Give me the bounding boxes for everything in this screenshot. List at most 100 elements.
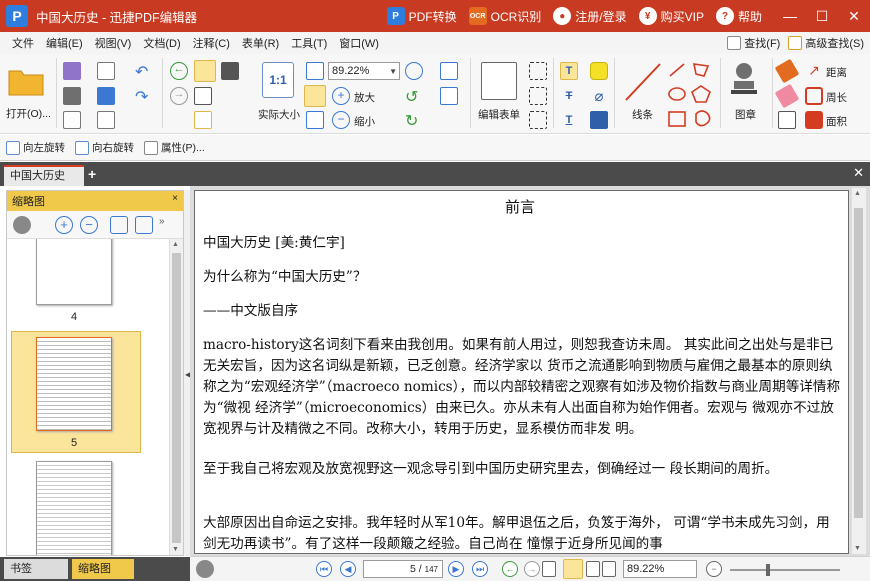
zoom-out-icon[interactable]: − — [332, 111, 350, 129]
continuous-facing-icon[interactable] — [602, 561, 616, 577]
perimeter-label[interactable]: 周长 — [826, 90, 847, 105]
stamp-label[interactable]: 图章 — [735, 107, 756, 122]
edit-form-icon[interactable] — [481, 62, 517, 100]
single-page-icon[interactable] — [542, 561, 556, 577]
thumbnails-tab[interactable]: 缩略图 — [72, 559, 134, 579]
find-button[interactable]: 查找(F) — [727, 35, 780, 51]
more-options-icon[interactable]: » — [159, 216, 177, 234]
last-page-button[interactable]: ⏭ — [472, 561, 488, 577]
snapshot-icon[interactable] — [221, 62, 239, 80]
close-button[interactable]: ✕ — [838, 0, 870, 32]
open-button[interactable] — [6, 64, 46, 98]
page-layout-icon[interactable] — [440, 62, 458, 80]
history-forward-button[interactable]: → — [524, 561, 540, 577]
sound-icon[interactable] — [590, 111, 608, 129]
next-page-button[interactable]: ▶ — [448, 561, 464, 577]
thumbnail-page-6[interactable] — [36, 461, 112, 555]
distance-label[interactable]: 距离 — [826, 65, 847, 80]
typewriter-icon[interactable]: T — [560, 62, 578, 80]
magnifier-icon[interactable] — [405, 62, 423, 80]
text-field-icon[interactable] — [529, 62, 547, 80]
thumb-rotate-left-icon[interactable] — [110, 216, 128, 234]
zoom-in-label[interactable]: 放大 — [354, 90, 375, 105]
previous-page-button[interactable]: ◀ — [340, 561, 356, 577]
fit-width-icon[interactable] — [304, 85, 326, 107]
shape-tools[interactable] — [666, 60, 718, 130]
rotate-right-button[interactable]: 向右旋转 — [75, 140, 134, 155]
scroll-up-icon[interactable]: ▲ — [172, 241, 179, 248]
zoom-out-label[interactable]: 缩小 — [354, 114, 375, 129]
menu-edit[interactable]: 编辑(E) — [40, 35, 89, 51]
undo-icon[interactable]: ↶ — [135, 62, 153, 81]
line-icon[interactable] — [622, 60, 664, 104]
menu-tools[interactable]: 工具(T) — [285, 35, 333, 51]
redo-icon[interactable]: ↷ — [135, 87, 153, 106]
zoom-in-icon[interactable]: + — [332, 87, 350, 105]
eraser-icon[interactable] — [774, 83, 800, 109]
pencil-icon[interactable] — [774, 58, 800, 84]
bookmarks-tab[interactable]: 书签 — [4, 559, 68, 579]
rotate-cw-icon[interactable]: ↻ — [405, 111, 423, 130]
zoom-select[interactable]: 89.22% ▼ — [328, 62, 400, 80]
area-icon[interactable] — [805, 111, 823, 129]
line-label[interactable]: 线条 — [632, 107, 653, 122]
menu-document[interactable]: 文档(D) — [137, 35, 186, 51]
area-label[interactable]: 面积 — [826, 114, 847, 129]
note-icon[interactable] — [590, 62, 608, 80]
maximize-button[interactable]: ☐ — [806, 0, 838, 32]
menu-form[interactable]: 表单(R) — [236, 35, 285, 51]
fit-page-icon[interactable] — [306, 62, 324, 80]
thumb-zoom-out-icon[interactable]: − — [80, 216, 98, 234]
upload-icon[interactable] — [97, 87, 115, 105]
strikethrough-icon[interactable]: T — [560, 87, 578, 105]
document-tab[interactable]: 中国大历史 — [4, 165, 84, 186]
thumbnail-scrollbar[interactable]: ▲ ▼ — [169, 239, 183, 555]
email-icon[interactable] — [97, 62, 115, 80]
perimeter-icon[interactable] — [805, 87, 823, 105]
hand-tool-icon[interactable] — [194, 60, 216, 82]
menu-view[interactable]: 视图(V) — [89, 35, 138, 51]
thumb-rotate-right-icon[interactable] — [135, 216, 153, 234]
measure-tool-icon[interactable] — [778, 111, 796, 129]
login-button[interactable]: ● 注册/登录 — [553, 7, 627, 25]
create-document-icon[interactable] — [97, 111, 115, 129]
document-scrollbar[interactable]: ▲ ▼ — [852, 188, 866, 554]
new-tab-button[interactable]: + — [88, 166, 96, 182]
status-settings-icon[interactable] — [196, 560, 214, 578]
facing-pages-icon[interactable] — [586, 561, 600, 577]
history-back-button[interactable]: ← — [502, 561, 518, 577]
checkbox-field-icon[interactable] — [529, 87, 547, 105]
thumb-zoom-in-icon[interactable]: + — [55, 216, 73, 234]
rotate-ccw-icon[interactable]: ↺ — [405, 87, 423, 106]
settings-gear-icon[interactable] — [13, 216, 31, 234]
thumbnail-page-4[interactable] — [36, 239, 112, 305]
select-text-icon[interactable] — [194, 87, 212, 105]
menu-window[interactable]: 窗口(W) — [333, 35, 385, 51]
buy-vip-button[interactable]: ¥ 购买VIP — [638, 7, 704, 25]
underline-icon[interactable]: T — [560, 111, 578, 129]
ocr-button[interactable]: OCR OCR识别 — [468, 7, 541, 25]
status-zoom-select[interactable]: 89.22% — [623, 560, 697, 578]
stamp-button[interactable] — [727, 60, 761, 98]
continuous-page-icon[interactable] — [563, 559, 583, 579]
close-all-tabs-button[interactable]: ✕ — [853, 165, 864, 181]
actual-size-icon[interactable]: 1:1 — [262, 62, 294, 98]
pdf-convert-button[interactable]: P PDF转换 — [386, 7, 457, 25]
scrollbar-thumb[interactable] — [172, 253, 181, 543]
scroll-down-icon[interactable]: ▼ — [854, 545, 861, 552]
menu-comment[interactable]: 注释(C) — [187, 35, 236, 51]
select-area-icon[interactable] — [194, 111, 212, 129]
forward-icon[interactable]: → — [170, 87, 188, 105]
list-field-icon[interactable] — [529, 111, 547, 129]
distance-icon[interactable]: ↗ — [805, 62, 823, 80]
page-number-field[interactable]: 5 / 147 — [363, 560, 443, 578]
scroll-up-icon[interactable]: ▲ — [854, 190, 861, 197]
menu-file[interactable]: 文件 — [6, 35, 40, 51]
rotate-left-button[interactable]: 向左旋转 — [6, 140, 65, 155]
print-icon[interactable] — [63, 87, 81, 105]
advanced-find-button[interactable]: 高级查找(S) — [788, 35, 864, 51]
save-icon[interactable] — [63, 62, 81, 80]
first-page-button[interactable]: ⏮ — [316, 561, 332, 577]
insert-page-icon[interactable] — [440, 87, 458, 105]
help-button[interactable]: ? 帮助 — [715, 7, 762, 25]
